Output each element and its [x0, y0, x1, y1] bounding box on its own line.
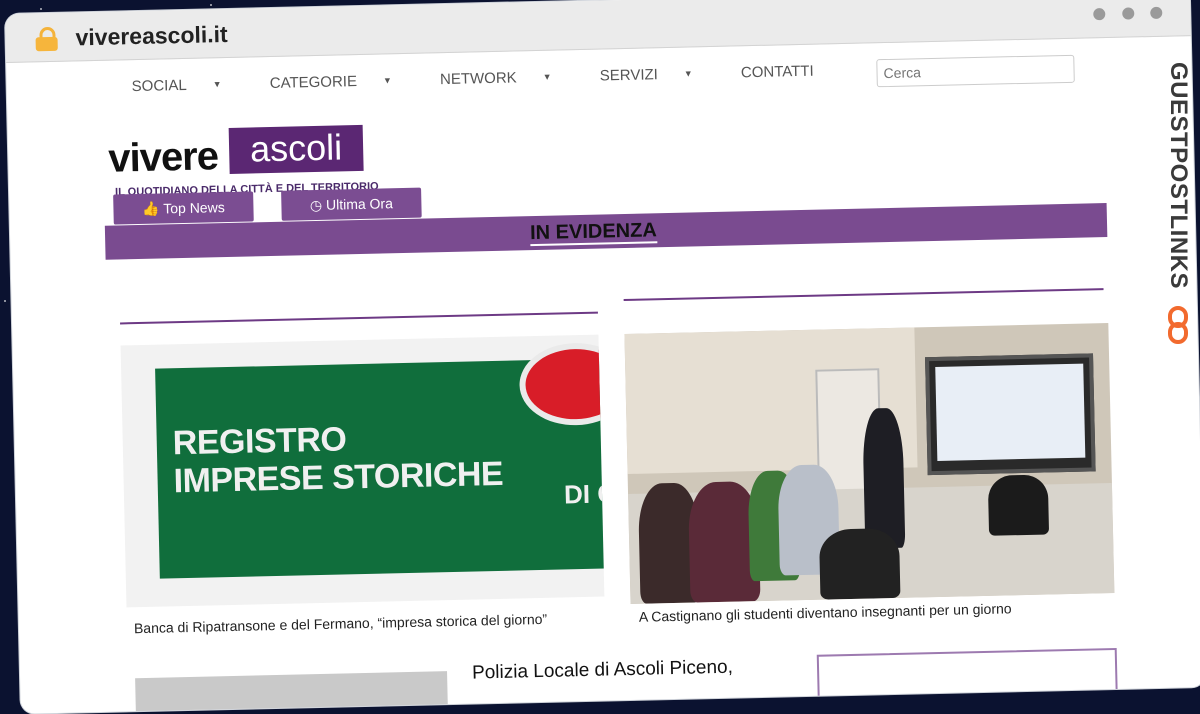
article-caption-2[interactable]: A Castignano gli studenti diventano inse… — [639, 600, 1012, 624]
bottom-side-box — [816, 647, 1118, 699]
window-dot-icon[interactable] — [1150, 6, 1163, 20]
nav-label: SERVIZI — [599, 66, 659, 85]
section-title: IN EVIDENZA — [529, 219, 658, 247]
window-dot-icon[interactable] — [1093, 8, 1106, 21]
window-dot-icon[interactable] — [1121, 7, 1134, 20]
browser-window: vivereascoli.it SOCIAL ▼ CATEGORIE ▼ NETWO… — [5, 0, 1200, 714]
nav-label: SOCIAL — [131, 76, 187, 96]
article-caption-1[interactable]: Banca di Ripatransone e del Fermano, “im… — [134, 611, 547, 636]
thumbs-up-icon: 👍 — [141, 200, 160, 217]
ultima-ora-button[interactable]: ◷ Ultima Ora — [281, 187, 422, 221]
nav-item-categorie[interactable]: CATEGORIE ▼ — [270, 72, 415, 92]
nav-item-network[interactable]: NETWORK ▼ — [440, 68, 574, 88]
search-input[interactable] — [876, 54, 1075, 88]
bottom-thumbnail[interactable] — [135, 671, 448, 714]
nav-item-contatti[interactable]: CONTATTI — [740, 62, 836, 82]
interactive-whiteboard — [925, 353, 1096, 476]
image-text-right: C DI COM D — [563, 477, 605, 510]
watermark-brand: GUESTPOSTLINKS — [1160, 58, 1196, 358]
ultima-ora-label: Ultima Ora — [325, 195, 394, 213]
watermark-text: GUESTPOSTLINKS — [1165, 62, 1192, 290]
student-figure — [818, 527, 901, 600]
image-text-line1: REGISTRO — [172, 420, 347, 463]
bottom-headline[interactable]: Polizia Locale di Ascoli Piceno, — [472, 657, 733, 685]
caret-down-icon: ▼ — [382, 75, 392, 86]
nav-item-social[interactable]: SOCIAL ▼ — [131, 76, 243, 96]
article-image-registro[interactable]: REGISTROIMPRESE STORICHE C DI COM D — [120, 334, 605, 608]
divider-left — [120, 311, 598, 325]
section-band: IN EVIDENZA — [104, 203, 1108, 260]
top-nav: SOCIAL ▼ CATEGORIE ▼ NETWORK ▼ SERVIZI ▼ CON… — [131, 62, 857, 95]
logo-word-vivere: vivere — [107, 134, 219, 181]
nav-label: CONTATTI — [740, 62, 814, 82]
url-text[interactable]: vivereascoli.it — [75, 21, 228, 51]
caret-down-icon: ▼ — [542, 71, 552, 82]
top-news-button[interactable]: 👍 Top News — [113, 191, 254, 225]
divider-right — [623, 288, 1104, 302]
nav-label: CATEGORIE — [269, 73, 358, 93]
caret-down-icon: ▼ — [212, 79, 222, 90]
image-text-line2: IMPRESE STORICHE — [173, 454, 504, 501]
nav-label: NETWORK — [439, 69, 517, 89]
image-text-registro: REGISTRO IMPRESE STORICHE — [172, 417, 503, 500]
top-news-label: Top News — [163, 199, 225, 217]
caret-down-icon: ▼ — [683, 68, 693, 79]
teacher-figure — [862, 407, 906, 549]
window-controls — [1081, 6, 1163, 26]
logo-word-ascoli: ascoli — [228, 124, 364, 174]
backpack-figure — [987, 474, 1050, 536]
chain-link-icon — [1168, 306, 1188, 346]
article-image-classroom[interactable] — [624, 323, 1115, 604]
clock-icon: ◷ — [309, 196, 323, 214]
nav-item-servizi[interactable]: SERVIZI ▼ — [599, 65, 715, 85]
lock-icon — [35, 26, 58, 52]
web-page: SOCIAL ▼ CATEGORIE ▼ NETWORK ▼ SERVIZI ▼ CON… — [6, 36, 1200, 714]
